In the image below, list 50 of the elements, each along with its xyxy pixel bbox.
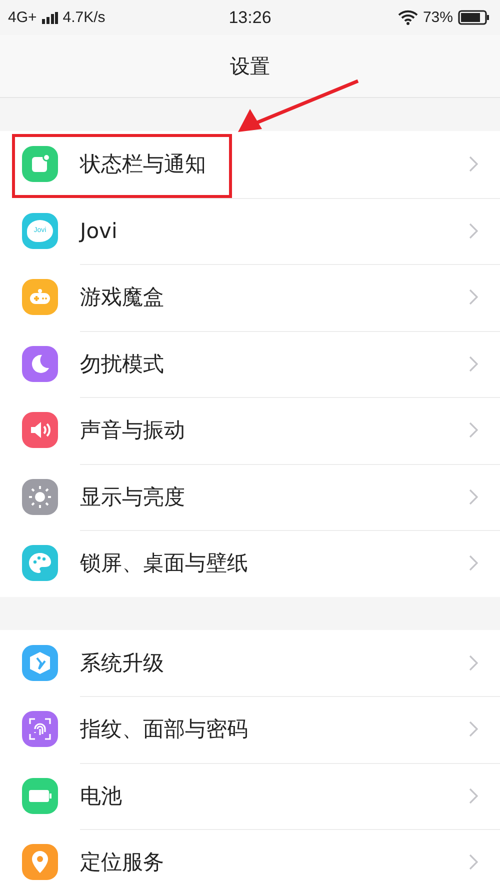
battery-icon — [22, 778, 58, 814]
location-pin-icon — [22, 844, 58, 880]
item-label: 电池 — [80, 782, 123, 810]
item-label: Jovi — [80, 218, 118, 243]
settings-item[interactable]: 定位服务 — [0, 829, 500, 889]
palette-icon — [22, 545, 58, 582]
item-label: 锁屏、桌面与壁纸 — [80, 550, 249, 578]
chevron-icon — [469, 156, 478, 172]
chevron-icon — [469, 654, 478, 671]
settings-item[interactable]: 勿扰模式 — [0, 330, 500, 397]
settings-item[interactable]: 状态栏与通知 — [0, 131, 500, 198]
wifi-icon — [398, 10, 418, 25]
item-label: 勿扰模式 — [80, 350, 165, 378]
clock: 13:26 — [228, 8, 272, 28]
cube-icon — [22, 644, 58, 681]
settings-item[interactable]: 显示与亮度 — [0, 464, 500, 530]
battery-percent: 73% — [422, 9, 453, 26]
settings-item[interactable]: 指纹、面部与密码 — [0, 696, 500, 762]
item-label: 指纹、面部与密码 — [80, 716, 249, 744]
chevron-icon — [469, 555, 478, 572]
item-label: 显示与亮度 — [80, 484, 186, 511]
notification-icon — [22, 146, 58, 182]
network-speed: 4.7K/s — [62, 9, 106, 26]
item-label: 游戏魔盒 — [80, 284, 165, 312]
settings-item[interactable]: 锁屏、桌面与壁纸 — [0, 530, 500, 596]
page-title: 设置 — [230, 52, 270, 80]
chevron-icon — [469, 854, 478, 870]
item-label: 声音与振动 — [80, 417, 186, 444]
settings-item[interactable]: 声音与振动 — [0, 397, 500, 464]
battery-level-icon — [458, 10, 490, 25]
chevron-icon — [469, 721, 478, 738]
speaker-icon — [22, 412, 58, 448]
signal-icon — [42, 12, 58, 24]
moon-icon — [22, 346, 58, 382]
chevron-icon — [469, 356, 478, 372]
item-label: 系统升级 — [80, 650, 165, 677]
chevron-icon — [469, 788, 478, 804]
item-label: 定位服务 — [80, 849, 165, 876]
settings-item[interactable]: 电池 — [0, 762, 500, 829]
sun-icon — [22, 478, 58, 515]
item-label: 状态栏与通知 — [80, 151, 207, 178]
chevron-icon — [469, 222, 478, 239]
chevron-icon — [469, 488, 478, 505]
fingerprint-icon — [22, 711, 58, 748]
gamepad-icon — [22, 279, 58, 316]
network-type: 4G+ — [8, 9, 37, 26]
chevron-icon — [469, 422, 478, 438]
settings-item[interactable]: 游戏魔盒 — [0, 264, 500, 330]
chevron-icon — [469, 289, 478, 306]
settings-item[interactable]: 系统升级 — [0, 630, 500, 696]
